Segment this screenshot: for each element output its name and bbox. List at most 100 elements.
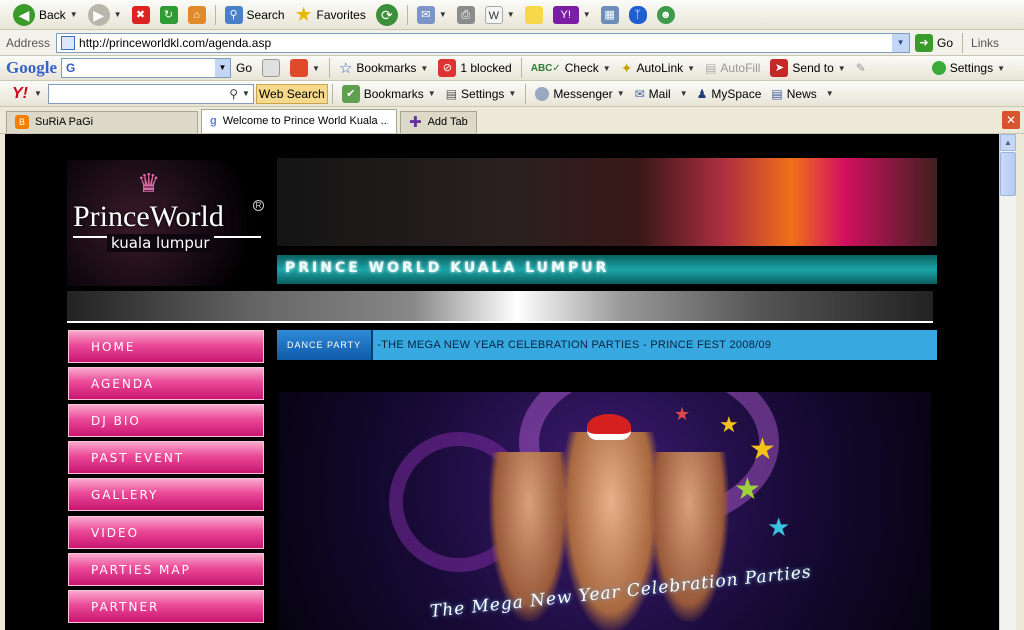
- refresh-icon: ↻: [159, 5, 178, 24]
- bluetooth-button[interactable]: ᛉ: [624, 4, 652, 26]
- yahoo-logo[interactable]: Y!: [12, 85, 28, 103]
- sendto-button[interactable]: ➤ Send to ▼: [765, 57, 850, 79]
- site-title-bar: PRINCE WORLD KUALA LUMPUR: [277, 255, 937, 284]
- star-icon: ★: [674, 404, 691, 424]
- history-icon: ⟳: [375, 3, 398, 26]
- nav-partner[interactable]: PARTNER: [68, 590, 264, 623]
- nav-parties-map[interactable]: PARTIES MAP: [68, 553, 264, 586]
- yahoo-search-input[interactable]: ⚲ ▼: [47, 83, 254, 104]
- scroll-up-button[interactable]: ▲: [1000, 134, 1016, 151]
- myspace-button[interactable]: ♟ MySpace: [692, 85, 767, 103]
- google-search-input[interactable]: G ▼: [61, 58, 231, 78]
- yahoo-bookmarks-button[interactable]: ✔ Bookmarks ▼: [337, 83, 441, 105]
- nav-gallery[interactable]: GALLERY: [68, 478, 264, 511]
- forward-arrow-icon: ▶: [87, 3, 110, 26]
- search-icon: ⚲: [229, 86, 238, 101]
- mail-icon: ✉: [416, 5, 435, 24]
- forward-button[interactable]: ▶ ▼: [83, 2, 127, 28]
- note-icon: [524, 5, 543, 24]
- google-page-button[interactable]: [257, 57, 285, 79]
- history-button[interactable]: ⟳: [371, 2, 403, 28]
- nav-video[interactable]: VIDEO: [68, 516, 264, 549]
- google-search-dropdown[interactable]: ▼: [215, 59, 230, 77]
- ticker-text: -THE MEGA NEW YEAR CELEBRATION PARTIES -…: [377, 339, 772, 351]
- star-icon: ★: [734, 473, 761, 506]
- add-tab-button[interactable]: ✚ Add Tab: [400, 110, 477, 133]
- yahoo-settings-button[interactable]: ▤ Settings ▼: [441, 85, 522, 103]
- spellcheck-button[interactable]: ABC✓ Check ▼: [526, 59, 616, 77]
- google-bookmarks-button[interactable]: ☆ Bookmarks ▼: [334, 57, 433, 79]
- page-content: ♛ PrinceWorld R kuala lumpur PRINCE WORL…: [5, 134, 999, 630]
- page-icon: [61, 35, 76, 50]
- star-icon: ★: [719, 412, 739, 437]
- nav-past-event[interactable]: PAST EVENT: [68, 441, 264, 474]
- research-button[interactable]: ▦: [596, 4, 624, 26]
- google-go-button[interactable]: Go: [231, 59, 257, 77]
- tab-suria-pagi[interactable]: B SuRiA PaGi: [6, 110, 198, 133]
- page-rank-icon: [262, 59, 281, 77]
- yahoo-messenger-button[interactable]: Messenger ▼: [530, 85, 629, 103]
- news-icon: ▤: [771, 86, 783, 101]
- edit-button[interactable]: W ▼: [480, 4, 520, 26]
- notes-button[interactable]: [520, 4, 548, 26]
- news-dropdown[interactable]: ▼: [826, 89, 834, 98]
- logo-registered: R: [253, 200, 264, 211]
- yahoo-button[interactable]: Y! ▼: [548, 4, 596, 26]
- google-logo[interactable]: Google: [6, 58, 57, 78]
- messenger-icon: [535, 86, 550, 101]
- close-tab-button[interactable]: ✕: [1002, 111, 1020, 129]
- print-button[interactable]: ⎙: [452, 4, 480, 26]
- settings-icon: ▤: [445, 86, 458, 101]
- popup-blocker-button[interactable]: ⊘ 1 blocked: [433, 57, 516, 79]
- yahoo-news-button[interactable]: ▤ News: [766, 85, 821, 103]
- go-button[interactable]: ➜ Go: [910, 32, 958, 54]
- word-icon: W: [484, 5, 503, 24]
- home-button[interactable]: ⌂: [183, 4, 211, 26]
- search-button[interactable]: ⚲ Search: [220, 4, 290, 26]
- nav-home[interactable]: HOME: [68, 330, 264, 363]
- yahoo-toolbar: Y! ▼ ⚲ ▼ Web Search ✔ Bookmarks ▼ ▤ Setti…: [0, 81, 1024, 107]
- news-ticker[interactable]: DANCE PARTY -THE MEGA NEW YEAR CELEBRATI…: [277, 330, 937, 360]
- mail-button[interactable]: ✉ ▼: [412, 4, 452, 26]
- site-logo[interactable]: ♛ PrinceWorld R kuala lumpur: [67, 160, 267, 286]
- tab-prince-world[interactable]: g Welcome to Prince World Kuala ...: [201, 108, 397, 133]
- silver-divider: [67, 291, 933, 323]
- tab-bar: B SuRiA PaGi g Welcome to Prince World K…: [0, 107, 1024, 134]
- close-icon: ✕: [1005, 113, 1017, 127]
- autolink-button[interactable]: ✦ AutoLink ▼: [616, 58, 700, 79]
- santa-hat-icon: [587, 414, 631, 440]
- refresh-button[interactable]: ↻: [155, 4, 183, 26]
- autofill-icon: ▤: [705, 61, 717, 75]
- address-input[interactable]: http://princeworldkl.com/agenda.asp ▼: [56, 32, 911, 53]
- printer-icon: ⎙: [456, 5, 475, 24]
- autofill-button[interactable]: ▤ AutoFill: [700, 59, 765, 77]
- highlight-button[interactable]: ✎: [851, 59, 871, 77]
- links-button[interactable]: Links: [971, 36, 999, 50]
- mail-icon: ✉: [634, 86, 645, 101]
- star-icon: ★: [767, 512, 791, 542]
- web-search-button[interactable]: Web Search: [255, 83, 328, 104]
- myspace-icon: ♟: [696, 86, 708, 101]
- scroll-thumb[interactable]: [1000, 152, 1016, 196]
- favorites-button[interactable]: ★ Favorites: [290, 0, 371, 29]
- yahoo-mail-button[interactable]: ✉ Mail: [630, 85, 676, 103]
- chevron-down-icon[interactable]: ▼: [114, 10, 122, 19]
- crown-icon: ♛: [137, 168, 161, 198]
- stop-button[interactable]: ✖: [127, 4, 155, 26]
- address-dropdown-button[interactable]: ▼: [892, 33, 910, 52]
- chevron-down-icon[interactable]: ▼: [70, 10, 78, 19]
- search-icon: ⚲: [224, 5, 243, 24]
- spellcheck-icon: ABC✓: [530, 62, 561, 74]
- event-poster[interactable]: ★ ★ ★ ★ ★ The Mega New Year Celebration …: [279, 392, 931, 630]
- messenger-icon: ☻: [656, 5, 675, 24]
- pencil-icon: ✎: [855, 61, 866, 75]
- mail-dropdown[interactable]: ▼: [680, 89, 688, 98]
- google-news-button[interactable]: ▼: [285, 57, 325, 79]
- nav-agenda[interactable]: AGENDA: [68, 367, 264, 400]
- messenger-button[interactable]: ☻: [652, 4, 680, 26]
- google-settings-button[interactable]: Settings ▼: [927, 59, 1010, 77]
- yahoo-menu-dropdown[interactable]: ▼: [34, 89, 42, 98]
- back-button[interactable]: ◀ Back ▼: [8, 2, 83, 28]
- vertical-scrollbar[interactable]: ▲: [999, 134, 1016, 630]
- nav-dj-bio[interactable]: DJ BIO: [68, 404, 264, 437]
